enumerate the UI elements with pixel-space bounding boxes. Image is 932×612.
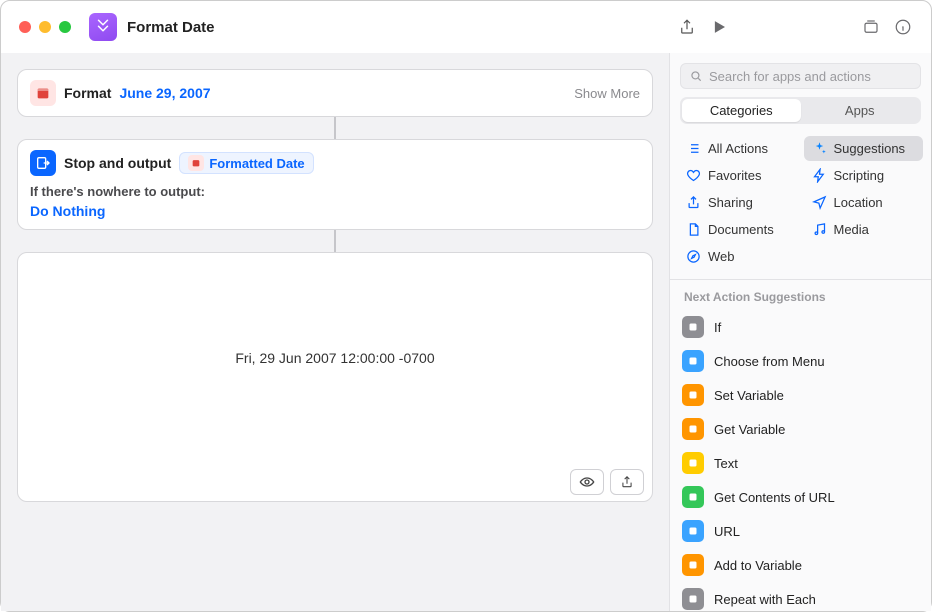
- library-button[interactable]: [855, 13, 887, 41]
- action-icon: [682, 316, 704, 338]
- share-output-button[interactable]: [610, 469, 644, 495]
- action-icon: [682, 486, 704, 508]
- suggestion-repeat-with-each[interactable]: Repeat with Each: [670, 582, 931, 611]
- action-icon: [682, 554, 704, 576]
- titlebar: Format Date: [1, 1, 931, 53]
- suggestion-label: Text: [714, 456, 738, 471]
- connector-line: [17, 117, 653, 139]
- suggestion-label: If: [714, 320, 721, 335]
- action-icon: [682, 384, 704, 406]
- action-title: Stop and output: [64, 155, 171, 171]
- action-format-date[interactable]: Format June 29, 2007 Show More: [17, 69, 653, 117]
- minimize-window-button[interactable]: [39, 21, 51, 33]
- category-suggestions[interactable]: Suggestions: [804, 136, 924, 161]
- suggestion-add-to-variable[interactable]: Add to Variable: [670, 548, 931, 582]
- category-list: All Actions Suggestions Favorites Scripting…: [670, 132, 931, 279]
- suggestion-label: Choose from Menu: [714, 354, 825, 369]
- calendar-icon: [188, 155, 204, 171]
- action-icon: [682, 588, 704, 610]
- quicklook-button[interactable]: [570, 469, 604, 495]
- info-button[interactable]: [887, 13, 919, 41]
- suggestion-text[interactable]: Text: [670, 446, 931, 480]
- suggestion-label: Get Contents of URL: [714, 490, 835, 505]
- category-label: Location: [834, 195, 883, 210]
- suggestion-label: Repeat with Each: [714, 592, 816, 607]
- suggestion-get-variable[interactable]: Get Variable: [670, 412, 931, 446]
- suggestion-label: Set Variable: [714, 388, 784, 403]
- suggestions-section: Next Action Suggestions If Choose from Me…: [670, 280, 931, 611]
- action-param-date[interactable]: June 29, 2007: [119, 85, 210, 101]
- category-label: Suggestions: [834, 141, 906, 156]
- workflow-canvas[interactable]: Format June 29, 2007 Show More Stop and …: [1, 53, 669, 611]
- category-label: Media: [834, 222, 869, 237]
- suggestion-if[interactable]: If: [670, 310, 931, 344]
- segment-apps[interactable]: Apps: [801, 99, 920, 122]
- category-label: Web: [708, 249, 735, 264]
- category-media[interactable]: Media: [804, 217, 924, 242]
- category-web[interactable]: Web: [678, 244, 798, 269]
- action-icon: [682, 350, 704, 372]
- output-panel: Fri, 29 Jun 2007 12:00:00 -0700: [17, 252, 653, 502]
- search-placeholder: Search for apps and actions: [709, 69, 871, 84]
- suggestion-set-variable[interactable]: Set Variable: [670, 378, 931, 412]
- connector-line: [17, 230, 653, 252]
- category-label: Scripting: [834, 168, 885, 183]
- category-location[interactable]: Location: [804, 190, 924, 215]
- action-icon: [682, 452, 704, 474]
- calendar-icon: [30, 80, 56, 106]
- category-sharing[interactable]: Sharing: [678, 190, 798, 215]
- nowhere-output-label: If there's nowhere to output:: [30, 184, 640, 199]
- action-stop-output[interactable]: Stop and output Formatted Date If there'…: [17, 139, 653, 230]
- suggestion-url[interactable]: URL: [670, 514, 931, 548]
- window-controls: [19, 21, 71, 33]
- category-scripting[interactable]: Scripting: [804, 163, 924, 188]
- category-documents[interactable]: Documents: [678, 217, 798, 242]
- suggestion-label: Add to Variable: [714, 558, 802, 573]
- category-label: All Actions: [708, 141, 768, 156]
- action-icon: [682, 418, 704, 440]
- variable-token[interactable]: Formatted Date: [179, 152, 313, 174]
- segment-categories[interactable]: Categories: [682, 99, 801, 122]
- category-favorites[interactable]: Favorites: [678, 163, 798, 188]
- close-window-button[interactable]: [19, 21, 31, 33]
- zoom-window-button[interactable]: [59, 21, 71, 33]
- suggestion-get-contents-of-url[interactable]: Get Contents of URL: [670, 480, 931, 514]
- action-icon: [682, 520, 704, 542]
- output-icon: [30, 150, 56, 176]
- search-input[interactable]: Search for apps and actions: [680, 63, 921, 89]
- window-title: Format Date: [127, 19, 215, 36]
- category-label: Documents: [708, 222, 774, 237]
- suggestion-label: URL: [714, 524, 740, 539]
- action-title: Format: [64, 85, 111, 101]
- main-content: Format June 29, 2007 Show More Stop and …: [1, 53, 931, 611]
- category-label: Favorites: [708, 168, 761, 183]
- search-icon: [689, 69, 703, 83]
- show-more-button[interactable]: Show More: [574, 86, 640, 101]
- suggestion-label: Get Variable: [714, 422, 785, 437]
- share-button[interactable]: [671, 13, 703, 41]
- run-button[interactable]: [703, 13, 735, 41]
- library-segmented-control[interactable]: Categories Apps: [680, 97, 921, 124]
- shortcut-icon: [89, 13, 117, 41]
- suggestions-header: Next Action Suggestions: [670, 280, 931, 310]
- suggestion-choose-from-menu[interactable]: Choose from Menu: [670, 344, 931, 378]
- output-text: Fri, 29 Jun 2007 12:00:00 -0700: [18, 253, 652, 463]
- category-all-actions[interactable]: All Actions: [678, 136, 798, 161]
- category-label: Sharing: [708, 195, 753, 210]
- nowhere-output-action[interactable]: Do Nothing: [30, 203, 640, 219]
- action-library-sidebar: Search for apps and actions Categories A…: [669, 53, 931, 611]
- token-label: Formatted Date: [209, 156, 304, 171]
